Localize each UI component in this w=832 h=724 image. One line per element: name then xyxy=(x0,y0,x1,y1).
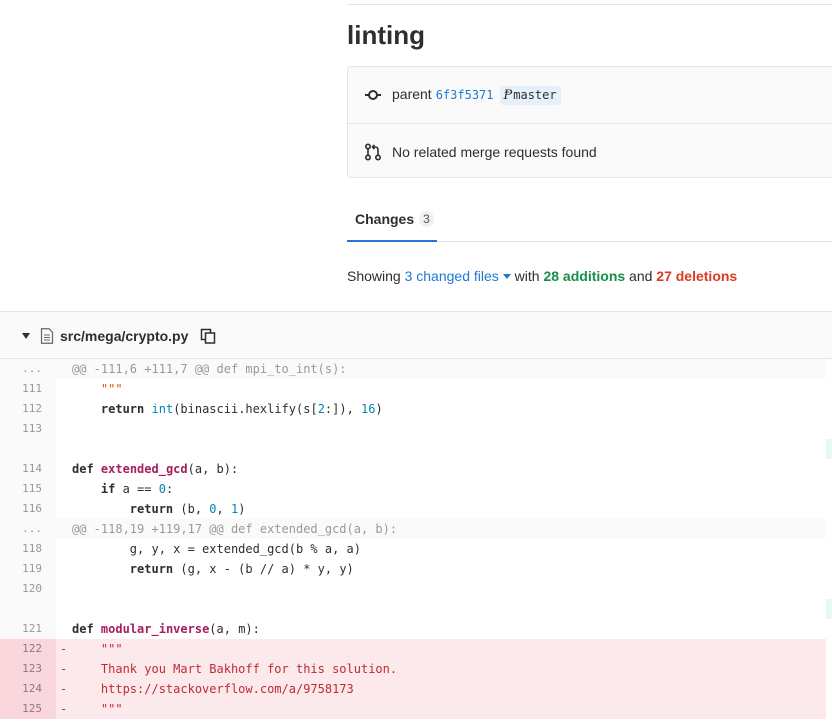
line-code xyxy=(56,419,826,439)
diff-line: 111 """ xyxy=(0,379,832,399)
removed-line-marker: - xyxy=(60,682,68,696)
line-number[interactable]: 120 xyxy=(0,579,56,599)
parent-sha-link[interactable]: 6f3f5371 xyxy=(436,88,494,102)
summary-with: with xyxy=(514,268,540,284)
line-code: https://stackoverflow.com/a/9758173 xyxy=(56,679,826,699)
file-header: src/mega/crypto.py xyxy=(0,311,832,359)
additions-count: 28 additions xyxy=(543,268,626,284)
commit-title: linting xyxy=(347,20,425,50)
added-line-marker xyxy=(826,599,832,619)
summary-and: and xyxy=(629,268,653,284)
dropdown-caret-icon xyxy=(502,274,511,279)
merge-requests-text: No related merge requests found xyxy=(392,143,597,160)
line-number[interactable]: ... xyxy=(0,519,56,539)
diff-hunk-header: ... @@ -118,19 +119,17 @@ def extended_gc… xyxy=(0,519,832,539)
tab-bar: Changes 3 xyxy=(347,198,832,242)
line-code xyxy=(56,439,826,459)
line-code: Thank you Mart Bakhoff for this solution… xyxy=(56,659,826,679)
added-line-marker xyxy=(826,439,832,459)
tab-changes[interactable]: Changes 3 xyxy=(347,198,437,242)
line-number[interactable]: ... xyxy=(0,359,56,379)
line-code: @@ -118,19 +119,17 @@ def extended_gcd(a… xyxy=(56,519,826,539)
parent-info: parent 6f3f5371 Ᵽmaster xyxy=(392,85,561,105)
line-number[interactable]: 123 xyxy=(0,659,56,679)
diff-line: 120 xyxy=(0,579,832,599)
diff-line xyxy=(0,439,832,459)
line-code xyxy=(56,579,826,599)
line-code: def extended_gcd(a, b): xyxy=(72,462,239,476)
summary-showing: Showing xyxy=(347,268,401,284)
collapse-toggle-icon[interactable] xyxy=(22,333,30,339)
diff-line: 115 if a == 0: xyxy=(0,479,832,499)
branch-badge[interactable]: Ᵽmaster xyxy=(499,85,561,105)
line-code: g, y, x = extended_gcd(b % a, a) xyxy=(72,542,361,556)
merge-request-icon xyxy=(364,142,382,161)
parent-label: parent xyxy=(392,85,432,102)
tab-changes-label: Changes xyxy=(355,211,415,227)
diff-line: 116 return (b, 0, 1) xyxy=(0,499,832,519)
removed-line-marker: - xyxy=(60,702,68,716)
line-code: def modular_inverse(a, m): xyxy=(72,622,260,636)
top-divider xyxy=(347,4,832,5)
merge-request-row: No related merge requests found xyxy=(348,124,832,179)
changed-files-dropdown[interactable]: 3 changed files xyxy=(405,268,511,284)
deletions-count: 27 deletions xyxy=(656,268,738,284)
diff-view: ... @@ -111,6 +111,7 @@ def mpi_to_int(s)… xyxy=(0,359,832,719)
diff-line: 112 return int(binascii.hexlify(s[2:]), … xyxy=(0,399,832,419)
line-code: """ xyxy=(56,699,826,719)
branch-name: master xyxy=(513,88,557,102)
line-code: """ xyxy=(100,382,123,396)
diff-removed-line: 124 https://stackoverflow.com/a/9758173- xyxy=(0,679,832,699)
tab-changes-count: 3 xyxy=(419,211,434,227)
diff-line: 113 xyxy=(0,419,832,439)
diff-line: 118 g, y, x = extended_gcd(b % a, a) xyxy=(0,539,832,559)
removed-line-marker: - xyxy=(60,662,68,676)
diff-line: 121 def modular_inverse(a, m): xyxy=(0,619,832,639)
line-number[interactable] xyxy=(0,439,56,459)
file-path-link[interactable]: src/mega/crypto.py xyxy=(60,328,188,344)
line-number[interactable]: 121 xyxy=(0,619,56,639)
line-code xyxy=(56,599,826,619)
diff-line xyxy=(0,599,832,619)
changed-files-label: 3 changed files xyxy=(404,268,499,284)
diff-summary: Showing 3 changed files with 28 addition… xyxy=(347,268,737,284)
file-icon xyxy=(40,328,54,344)
line-number[interactable]: 114 xyxy=(0,459,56,479)
commit-info-box: parent 6f3f5371 Ᵽmaster No related merge r… xyxy=(347,66,832,178)
line-number[interactable]: 118 xyxy=(0,539,56,559)
line-number[interactable]: 111 xyxy=(0,379,56,399)
line-code: return int(binascii.hexlify(s[2:]), 16) xyxy=(100,402,383,416)
line-number[interactable]: 112 xyxy=(0,399,56,419)
line-number[interactable]: 115 xyxy=(0,479,56,499)
diff-removed-line: 122 """ - xyxy=(0,639,832,659)
line-number[interactable] xyxy=(0,599,56,619)
line-code: return (g, x - (b // a) * y, y) xyxy=(129,562,354,576)
commit-icon xyxy=(365,90,381,100)
diff-line: 119 return (g, x - (b // a) * y, y) xyxy=(0,559,832,579)
line-number[interactable]: 125 xyxy=(0,699,56,719)
line-code: """ xyxy=(56,639,826,659)
line-number[interactable]: 116 xyxy=(0,499,56,519)
line-number[interactable]: 122 xyxy=(0,639,56,659)
line-number[interactable]: 124 xyxy=(0,679,56,699)
line-code: return (b, 0, 1) xyxy=(129,502,246,516)
line-number[interactable]: 119 xyxy=(0,559,56,579)
copy-icon[interactable] xyxy=(200,328,216,344)
diff-line: 114 def extended_gcd(a, b): xyxy=(0,459,832,479)
diff-removed-line: 125 """ - xyxy=(0,699,832,719)
diff-removed-line: 123 Thank you Mart Bakhoff for this solu… xyxy=(0,659,832,679)
removed-line-marker: - xyxy=(60,642,68,656)
line-number[interactable]: 113 xyxy=(0,419,56,439)
line-code: if a == 0: xyxy=(100,482,174,496)
parent-row: parent 6f3f5371 Ᵽmaster xyxy=(348,67,832,124)
diff-hunk-header: ... @@ -111,6 +111,7 @@ def mpi_to_int(s)… xyxy=(0,359,832,379)
line-code: @@ -111,6 +111,7 @@ def mpi_to_int(s): xyxy=(56,359,826,379)
branch-icon: Ᵽ xyxy=(503,87,513,103)
